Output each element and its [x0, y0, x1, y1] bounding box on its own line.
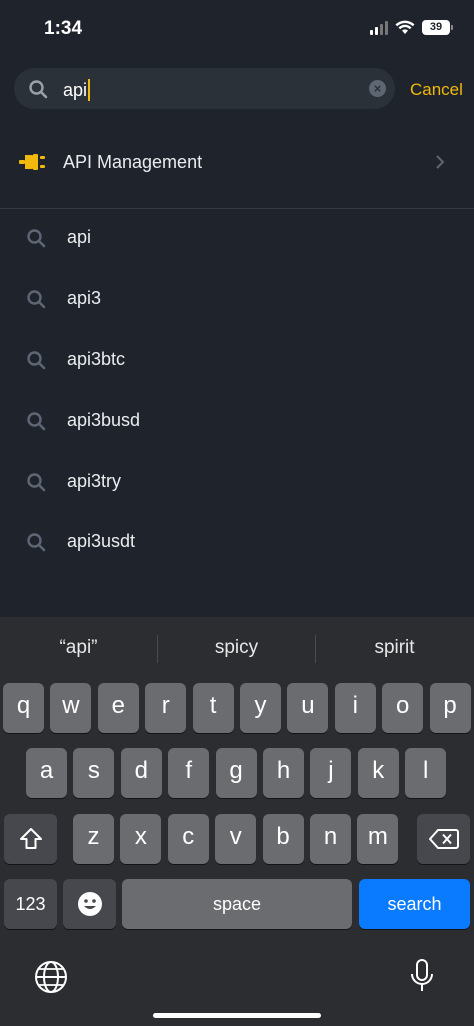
history-item-label: api3try — [67, 471, 122, 491]
search-input-text: api — [63, 79, 88, 100]
key-j[interactable]: j — [310, 748, 352, 798]
search-icon — [27, 533, 46, 552]
key-v[interactable]: v — [215, 814, 257, 864]
key-g[interactable]: g — [215, 748, 257, 798]
key-h[interactable]: h — [263, 748, 304, 798]
history-item[interactable]: api3 — [0, 279, 474, 323]
numbers-key[interactable]: 123 — [4, 879, 57, 929]
history-item[interactable]: api3usdt — [0, 522, 474, 566]
key-m[interactable]: m — [357, 814, 399, 864]
emoji-icon — [77, 892, 102, 916]
backspace-key[interactable] — [417, 814, 470, 864]
key-n[interactable]: n — [310, 814, 351, 864]
search-icon — [28, 79, 48, 99]
status-time: 1:34 — [44, 18, 83, 39]
key-q[interactable]: q — [3, 683, 44, 733]
clear-icon[interactable]: × — [369, 80, 386, 97]
key-o[interactable]: o — [382, 683, 424, 733]
key-s[interactable]: s — [73, 748, 115, 798]
key-w[interactable]: w — [50, 683, 92, 733]
key-l[interactable]: l — [405, 748, 447, 798]
chevron-right-icon — [436, 155, 445, 169]
prediction-1[interactable]: “api” — [0, 637, 157, 659]
shift-key[interactable] — [4, 814, 57, 864]
microphone-icon[interactable] — [409, 958, 435, 994]
shift-icon — [19, 828, 42, 849]
key-a[interactable]: a — [26, 748, 67, 798]
prediction-2[interactable]: spicy — [158, 637, 315, 659]
cellular-signal-icon — [370, 20, 388, 35]
key-i[interactable]: i — [334, 683, 376, 733]
battery-icon: 39 — [422, 20, 453, 35]
search-icon — [27, 229, 46, 248]
key-b[interactable]: b — [262, 814, 304, 864]
text-caret — [88, 79, 91, 101]
key-d[interactable]: d — [120, 748, 162, 798]
key-f[interactable]: f — [168, 748, 210, 798]
emoji-key[interactable] — [63, 879, 116, 929]
search-input-value[interactable]: api — [63, 79, 91, 101]
backspace-icon — [428, 829, 459, 849]
home-indicator — [153, 1013, 321, 1018]
divider — [0, 208, 474, 209]
status-bar: 1:34 39 — [0, 0, 474, 60]
search-icon — [27, 351, 46, 370]
history-item-label: api3busd — [67, 410, 141, 430]
key-x[interactable]: x — [120, 814, 162, 864]
history-item-label: api3btc — [67, 349, 126, 369]
history-item[interactable]: api — [0, 218, 474, 262]
history-item-label: api3usdt — [67, 531, 136, 551]
key-c[interactable]: c — [167, 814, 209, 864]
api-management-label: API Management — [63, 152, 203, 172]
predictive-text-bar: “api” spicy spirit — [0, 617, 474, 679]
key-r[interactable]: r — [145, 683, 187, 733]
history-item[interactable]: api3busd — [0, 401, 474, 445]
search-key[interactable]: search — [359, 879, 470, 929]
search-icon — [27, 473, 46, 492]
globe-icon[interactable] — [34, 960, 68, 994]
search-input[interactable]: api × — [14, 68, 395, 109]
search-icon — [27, 290, 46, 309]
keyboard: “api” spicy spirit 123 space search q w … — [0, 617, 474, 1026]
key-t[interactable]: t — [192, 683, 234, 733]
prediction-3[interactable]: spirit — [316, 637, 473, 659]
history-item-label: api3 — [67, 288, 102, 308]
search-icon — [27, 412, 46, 431]
key-u[interactable]: u — [287, 683, 329, 733]
space-key[interactable]: space — [122, 879, 352, 929]
history-item-label: api — [67, 227, 92, 247]
plug-icon — [19, 154, 45, 170]
api-management-result[interactable]: API Management — [0, 138, 474, 190]
key-e[interactable]: e — [97, 683, 139, 733]
key-k[interactable]: k — [357, 748, 399, 798]
wifi-icon — [395, 20, 415, 34]
key-y[interactable]: y — [240, 683, 281, 733]
key-z[interactable]: z — [73, 814, 114, 864]
history-item[interactable]: api3btc — [0, 340, 474, 384]
status-icons: 39 — [370, 20, 453, 35]
cancel-button[interactable]: Cancel — [410, 80, 463, 100]
key-p[interactable]: p — [429, 683, 471, 733]
history-item[interactable]: api3try — [0, 462, 474, 506]
